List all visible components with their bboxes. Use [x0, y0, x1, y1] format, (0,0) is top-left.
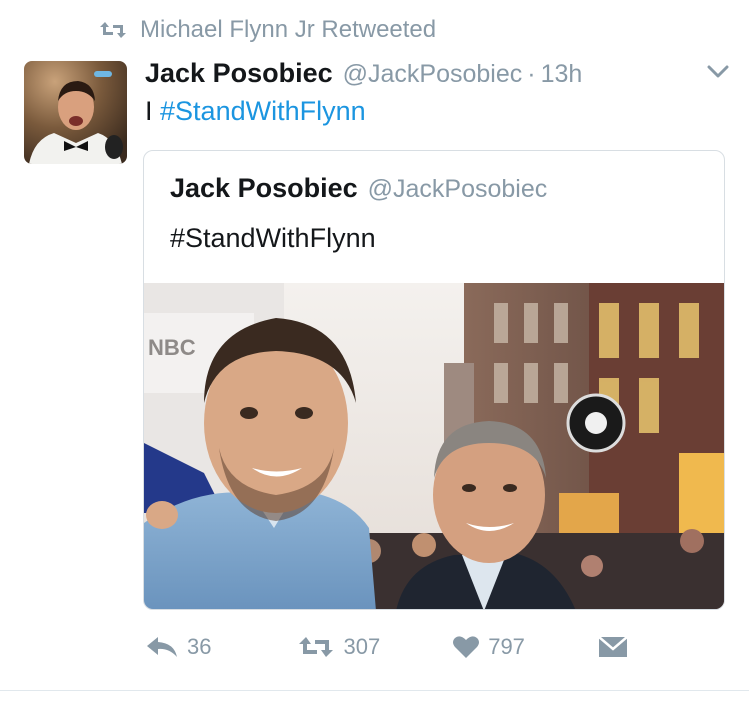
quoted-tweet-photo[interactable]: NBC — [144, 283, 725, 610]
photo-sign-text: NBC — [148, 335, 196, 360]
heart-icon — [453, 636, 480, 658]
reply-button[interactable]: 36 — [145, 634, 211, 660]
direct-message-button[interactable] — [597, 635, 637, 659]
retweet-count: 307 — [343, 634, 381, 659]
separator-dot: · — [527, 60, 536, 88]
tweet-text: I #StandWithFlynn — [145, 96, 366, 127]
retweet-context[interactable]: Michael Flynn Jr Retweeted — [98, 16, 436, 44]
quoted-tweet-text: #StandWithFlynn — [170, 223, 376, 253]
quoted-author-name: Jack Posobiec — [170, 173, 358, 203]
avatar-image — [24, 61, 127, 164]
timestamp[interactable]: 13h — [541, 60, 583, 89]
quoted-author-handle: @JackPosobiec — [367, 175, 548, 203]
retweet-icon — [299, 637, 334, 657]
tweet-actions: 36 307 797 — [145, 634, 637, 660]
author-name[interactable]: Jack Posobiec — [145, 58, 333, 89]
chevron-down-icon[interactable] — [707, 64, 729, 80]
direct-message-icon — [598, 636, 628, 657]
retweet-icon — [100, 22, 126, 38]
like-count: 797 — [488, 634, 525, 659]
retweet-context-text: Michael Flynn Jr Retweeted — [140, 16, 437, 43]
avatar[interactable] — [24, 61, 127, 164]
hashtag-link[interactable]: #StandWithFlynn — [160, 96, 366, 126]
reply-count: 36 — [187, 634, 212, 659]
divider — [0, 690, 749, 691]
tweet-text-prefix: I — [145, 96, 153, 126]
reply-icon — [147, 637, 177, 657]
retweet-button[interactable]: 307 — [297, 634, 380, 660]
like-button[interactable]: 797 — [452, 634, 525, 660]
tweet-header: Jack Posobiec @JackPosobiec · 13h — [145, 58, 729, 89]
author-handle[interactable]: @JackPosobiec — [343, 60, 523, 89]
quoted-tweet[interactable]: Jack Posobiec @JackPosobiec #StandWithFl… — [143, 150, 725, 610]
quoted-tweet-header: Jack Posobiec @JackPosobiec — [170, 173, 547, 204]
